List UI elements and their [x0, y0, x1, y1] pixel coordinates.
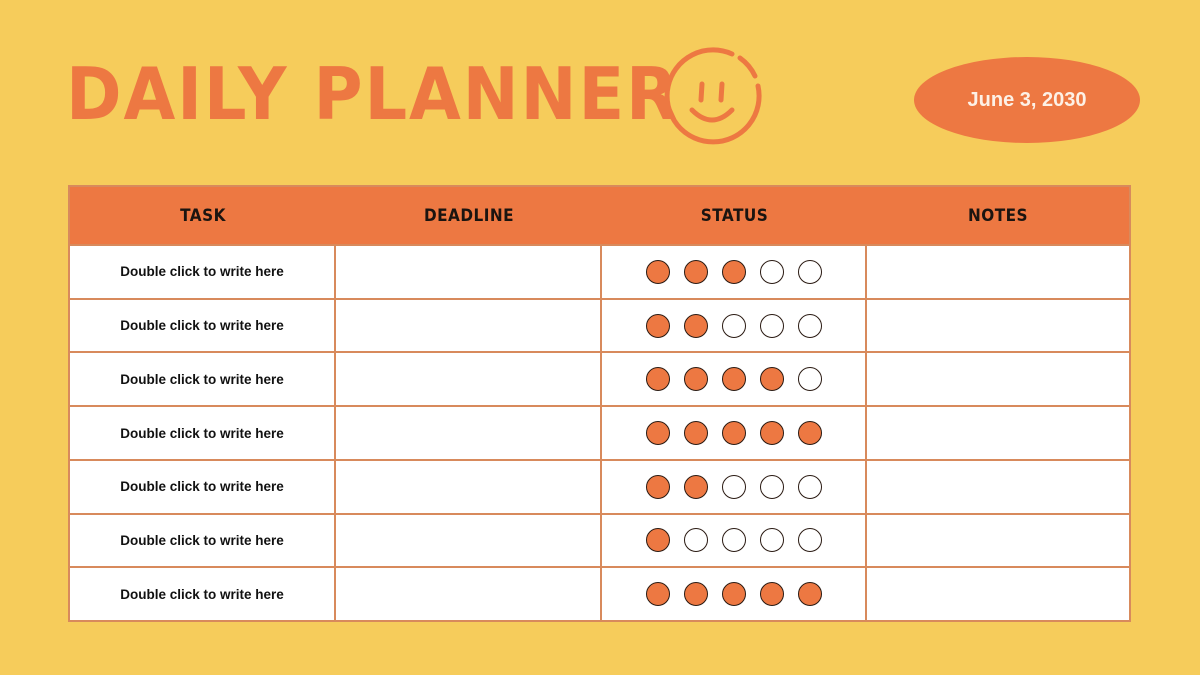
status-dot-filled[interactable]	[759, 421, 784, 446]
status-dot-filled[interactable]	[721, 582, 746, 607]
column-header-notes: NOTES	[968, 205, 1028, 226]
status-rating	[645, 313, 822, 338]
status-dot-filled[interactable]	[683, 582, 708, 607]
deadline-cell[interactable]	[336, 407, 602, 459]
deadline-cell[interactable]	[336, 246, 602, 298]
deadline-cell[interactable]	[336, 353, 602, 406]
task-cell[interactable]: Double click to write here	[70, 353, 336, 406]
status-dot-empty[interactable]	[721, 313, 746, 338]
status-dot-filled[interactable]	[683, 421, 708, 446]
status-cell	[602, 246, 867, 298]
task-cell[interactable]: Double click to write here	[70, 299, 336, 352]
task-cell[interactable]: Double click to write here	[70, 514, 336, 567]
deadline-cell[interactable]	[336, 299, 602, 352]
status-rating	[645, 367, 822, 392]
status-dot-filled[interactable]	[645, 474, 670, 499]
status-dot-empty[interactable]	[721, 528, 746, 553]
date-badge: June 3, 2030	[914, 57, 1140, 143]
status-dot-filled[interactable]	[683, 474, 708, 499]
notes-cell[interactable]	[867, 246, 1129, 298]
status-dot-filled[interactable]	[683, 313, 708, 338]
status-dot-filled[interactable]	[645, 367, 670, 392]
status-cell	[602, 460, 867, 513]
status-dot-filled[interactable]	[645, 313, 670, 338]
status-dot-filled[interactable]	[759, 367, 784, 392]
status-dot-empty[interactable]	[797, 313, 822, 338]
task-cell[interactable]: Double click to write here	[70, 460, 336, 513]
status-dot-empty[interactable]	[683, 528, 708, 553]
status-dot-filled[interactable]	[759, 582, 784, 607]
status-dot-filled[interactable]	[645, 528, 670, 553]
status-dot-filled[interactable]	[645, 259, 670, 284]
status-cell	[602, 353, 867, 406]
notes-cell[interactable]	[867, 514, 1129, 567]
status-dot-empty[interactable]	[797, 367, 822, 392]
table-row: Double click to write here	[70, 299, 1129, 354]
table-header: TASK DEADLINE STATUS NOTES	[70, 187, 1129, 246]
table-row: Double click to write here	[70, 407, 1129, 461]
status-cell	[602, 299, 867, 352]
status-rating	[645, 421, 822, 446]
table-row: Double click to write here	[70, 514, 1129, 569]
status-rating	[645, 528, 822, 553]
status-dot-filled[interactable]	[645, 421, 670, 446]
status-cell	[602, 514, 867, 567]
column-header-deadline: DEADLINE	[424, 205, 514, 226]
status-dot-empty[interactable]	[759, 313, 784, 338]
status-dot-filled[interactable]	[645, 582, 670, 607]
status-dot-empty[interactable]	[759, 474, 784, 499]
notes-cell[interactable]	[867, 460, 1129, 513]
table-body: Double click to write here Double click t…	[70, 246, 1129, 621]
status-dot-empty[interactable]	[797, 259, 822, 284]
notes-cell[interactable]	[867, 407, 1129, 459]
notes-cell[interactable]	[867, 299, 1129, 352]
column-header-status: STATUS	[700, 205, 769, 226]
smiley-face-icon	[664, 47, 762, 145]
status-dot-filled[interactable]	[683, 367, 708, 392]
status-dot-filled[interactable]	[721, 367, 746, 392]
status-rating	[645, 259, 822, 284]
status-dot-empty[interactable]	[797, 528, 822, 553]
status-dot-filled[interactable]	[797, 582, 822, 607]
status-dot-filled[interactable]	[721, 259, 746, 284]
status-dot-filled[interactable]	[683, 259, 708, 284]
table-row: Double click to write here	[70, 353, 1129, 408]
status-dot-filled[interactable]	[797, 421, 822, 446]
status-dot-empty[interactable]	[759, 259, 784, 284]
status-dot-filled[interactable]	[721, 421, 746, 446]
status-cell	[602, 407, 867, 459]
table-row: Double click to write here	[70, 246, 1129, 300]
deadline-cell[interactable]	[336, 568, 602, 621]
deadline-cell[interactable]	[336, 460, 602, 513]
notes-cell[interactable]	[867, 353, 1129, 406]
status-dot-empty[interactable]	[759, 528, 784, 553]
task-cell[interactable]: Double click to write here	[70, 568, 336, 621]
task-cell[interactable]: Double click to write here	[70, 407, 336, 459]
table-row: Double click to write here	[70, 568, 1129, 621]
status-dot-empty[interactable]	[797, 474, 822, 499]
date-text: June 3, 2030	[967, 88, 1087, 111]
status-rating	[645, 582, 822, 607]
page-title: DAILY PLANNER	[66, 52, 680, 136]
task-cell[interactable]: Double click to write here	[70, 246, 336, 298]
notes-cell[interactable]	[867, 568, 1129, 621]
column-header-task: TASK	[180, 205, 226, 226]
status-cell	[602, 568, 867, 621]
planner-table: TASK DEADLINE STATUS NOTES Double click …	[68, 185, 1131, 622]
status-dot-empty[interactable]	[721, 474, 746, 499]
table-row: Double click to write here	[70, 460, 1129, 515]
deadline-cell[interactable]	[336, 514, 602, 567]
status-rating	[645, 474, 822, 499]
